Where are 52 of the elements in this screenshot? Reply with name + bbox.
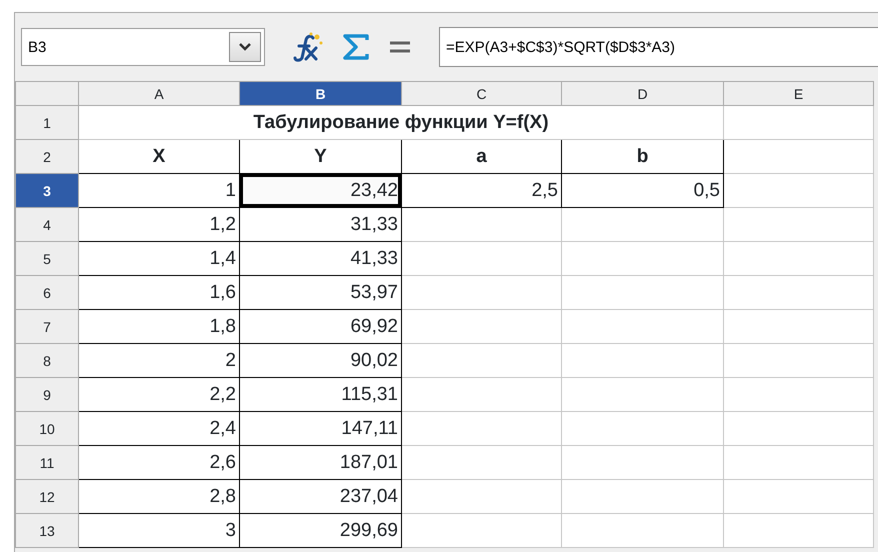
column-header[interactable]: E <box>724 82 874 106</box>
table-cell: 41,33 <box>240 242 402 276</box>
table-cell: 1,2 <box>78 208 240 242</box>
table-cell: 90,02 <box>240 344 402 378</box>
active-cell: 23,42 <box>240 174 402 208</box>
table-cell: 1 <box>78 174 240 208</box>
caret-icon <box>238 42 252 52</box>
table-cell: 187,01 <box>240 446 402 480</box>
table-cell: 31,33 <box>240 208 402 242</box>
table-cell: 69,92 <box>240 310 402 344</box>
table-cell: 2,2 <box>78 378 240 412</box>
row-header[interactable]: 6 <box>16 276 78 310</box>
table-cell: 2,5 <box>402 174 562 208</box>
row-header[interactable]: 3 <box>16 174 78 208</box>
table-cell: a <box>402 140 562 174</box>
row-header[interactable]: 11 <box>16 446 78 480</box>
table-cell: 2 <box>78 344 240 378</box>
table-cell: b <box>562 140 724 174</box>
table-cell: 147,11 <box>240 412 402 446</box>
row-header[interactable]: 4 <box>16 208 78 242</box>
row-header[interactable]: 5 <box>16 242 78 276</box>
table-cell: 53,97 <box>240 276 402 310</box>
table-cell: 115,31 <box>240 378 402 412</box>
formula-field[interactable]: =EXP(A3+$C$3)*SQRT($D$3*A3) <box>439 27 878 67</box>
table-cell: 3 <box>78 514 240 548</box>
dropdown-button[interactable] <box>229 32 261 62</box>
row-header[interactable]: 9 <box>16 378 78 412</box>
row-header[interactable]: 8 <box>16 344 78 378</box>
table-cell: 237,04 <box>240 480 402 514</box>
sum-icon[interactable] <box>341 33 371 61</box>
table-cell: 1,4 <box>78 242 240 276</box>
equals-icon[interactable] <box>389 41 411 53</box>
column-header[interactable]: C <box>402 82 562 106</box>
row-header[interactable]: 10 <box>16 412 78 446</box>
table-cell: 2,6 <box>78 446 240 480</box>
row-header[interactable]: 7 <box>16 310 78 344</box>
column-header[interactable]: D <box>562 82 724 106</box>
table-cell: 1,8 <box>78 310 240 344</box>
table-cell: X <box>78 140 240 174</box>
column-header[interactable]: B <box>240 82 402 106</box>
table-cell: 299,69 <box>240 514 402 548</box>
name-box[interactable]: B3 <box>21 28 265 66</box>
table-cell: 2,8 <box>78 480 240 514</box>
column-header[interactable]: A <box>78 82 240 106</box>
row-header[interactable]: 1 <box>16 106 78 140</box>
row-header[interactable]: 2 <box>16 140 78 174</box>
row-header[interactable]: 13 <box>16 514 78 548</box>
table-title: Табулирование функции Y=f(X) <box>78 106 724 140</box>
table-cell: 0,5 <box>562 174 724 208</box>
row-header[interactable]: 12 <box>16 480 78 514</box>
table-cell: 2,4 <box>78 412 240 446</box>
table-cell: 1,6 <box>78 276 240 310</box>
